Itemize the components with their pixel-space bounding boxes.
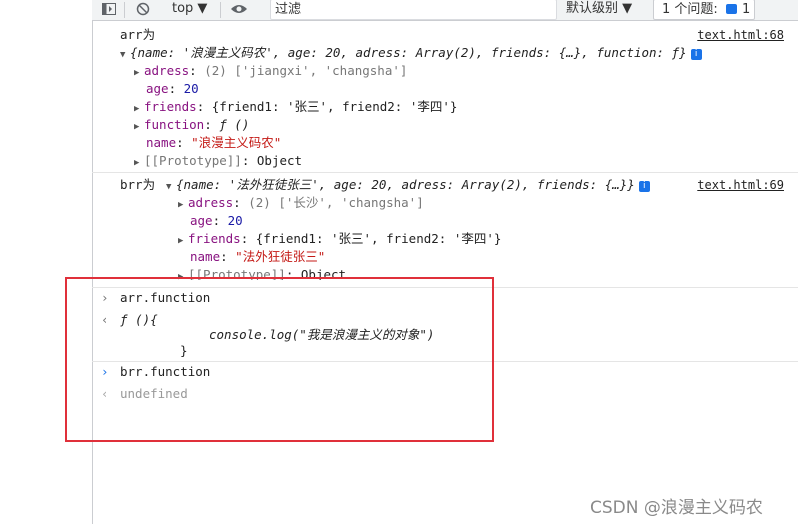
property-key: friends — [188, 231, 241, 246]
issues-count: 1 — [742, 2, 751, 17]
clear-console-icon[interactable] — [134, 0, 152, 18]
watermark: CSDN @浪漫主义码农 — [590, 498, 763, 518]
property-key: name — [190, 249, 221, 264]
eye-icon[interactable] — [230, 0, 248, 18]
property-value: (2) ['长沙', 'changsha'] — [248, 195, 424, 210]
property-value: 20 — [227, 213, 243, 228]
log-label: arr为 — [120, 27, 156, 42]
source-link[interactable]: text.html:69 — [697, 176, 784, 194]
object-summary[interactable]: ▼ {name: '法外狂徒张三', age: 20, adress: Array… — [166, 176, 650, 194]
issues-label: 1 个问题: — [662, 2, 718, 17]
property-row[interactable]: ▶ friends: {friend1: '张三', friend2: '李四'} — [178, 230, 501, 248]
highlight-annotation-box — [65, 277, 494, 442]
property-row: age: 20 — [190, 213, 243, 228]
left-gutter — [0, 0, 93, 524]
property-value: 20 — [183, 81, 199, 96]
property-value: (2) ['jiangxi', 'changsha'] — [204, 63, 408, 78]
property-row[interactable]: ▶ adress: (2) ['长沙', 'changsha'] — [178, 194, 424, 212]
property-value: ƒ () — [219, 117, 250, 132]
toolbar-separator — [124, 2, 125, 18]
console-message-arr: arr为 text.html:68 ▼ {name: '浪漫主义码农', age:… — [92, 26, 798, 171]
log-label: brr为 — [120, 177, 156, 192]
property-key: age — [190, 213, 213, 228]
sidebar-toggle-icon[interactable] — [100, 0, 118, 18]
expanded-triangle-icon[interactable]: ▼ — [166, 178, 176, 196]
collapsed-triangle-icon[interactable]: ▶ — [178, 196, 188, 214]
property-key: [[Prototype]] — [144, 153, 242, 168]
property-key: age — [146, 81, 169, 96]
property-row[interactable]: ▶ [[Prototype]]: Object — [134, 152, 302, 170]
property-row[interactable]: ▶ function: ƒ () — [134, 116, 249, 134]
property-row[interactable]: ▶ adress: (2) ['jiangxi', 'changsha'] — [134, 62, 407, 80]
object-preview: {name: '浪漫主义码农', age: 20, adress: Array(… — [130, 45, 687, 60]
context-selector[interactable]: top ▼ — [172, 0, 207, 20]
log-levels-dropdown[interactable]: 默认级别 ▼ — [566, 0, 632, 18]
source-link[interactable]: text.html:68 — [697, 26, 784, 44]
info-icon[interactable]: i — [638, 181, 650, 192]
issue-message-icon — [726, 4, 737, 14]
expanded-triangle-icon[interactable]: ▼ — [120, 46, 130, 64]
property-row: name: "浪漫主义码农" — [146, 135, 282, 150]
property-value: "法外狂徒张三" — [235, 249, 326, 264]
filter-input[interactable]: 过滤 — [270, 0, 557, 20]
property-key: friends — [144, 99, 197, 114]
message-divider — [92, 172, 798, 173]
collapsed-triangle-icon[interactable]: ▶ — [134, 64, 144, 82]
property-value: Object — [256, 153, 303, 168]
property-row[interactable]: ▶ friends: {friend1: '张三', friend2: '李四'} — [134, 98, 457, 116]
info-icon[interactable]: i — [690, 49, 702, 60]
property-key: adress — [144, 63, 190, 78]
object-summary[interactable]: ▼ {name: '浪漫主义码农', age: 20, adress: Array… — [120, 44, 702, 62]
property-value: {friend1: '张三', friend2: '李四'} — [255, 231, 502, 246]
collapsed-triangle-icon[interactable]: ▶ — [134, 118, 144, 136]
property-key: function — [144, 117, 205, 132]
property-value: "浪漫主义码农" — [191, 135, 282, 150]
console-toolbar: top ▼ 过滤 默认级别 ▼ 1 个问题: 1 — [92, 0, 798, 21]
property-row: name: "法外狂徒张三" — [190, 249, 326, 264]
property-key: adress — [188, 195, 234, 210]
property-row: age: 20 — [146, 81, 199, 96]
object-preview: {name: '法外狂徒张三', age: 20, adress: Array(… — [176, 177, 635, 192]
issues-button[interactable]: 1 个问题: 1 — [653, 0, 755, 20]
console-message-brr: brr为 text.html:69 ▼ {name: '法外狂徒张三', age:… — [92, 176, 798, 280]
collapsed-triangle-icon[interactable]: ▶ — [178, 232, 188, 250]
collapsed-triangle-icon[interactable]: ▶ — [134, 154, 144, 172]
toolbar-separator — [220, 2, 221, 18]
property-key: name — [146, 135, 177, 150]
property-value: {friend1: '张三', friend2: '李四'} — [211, 99, 458, 114]
filter-text: 过滤 — [275, 2, 302, 17]
